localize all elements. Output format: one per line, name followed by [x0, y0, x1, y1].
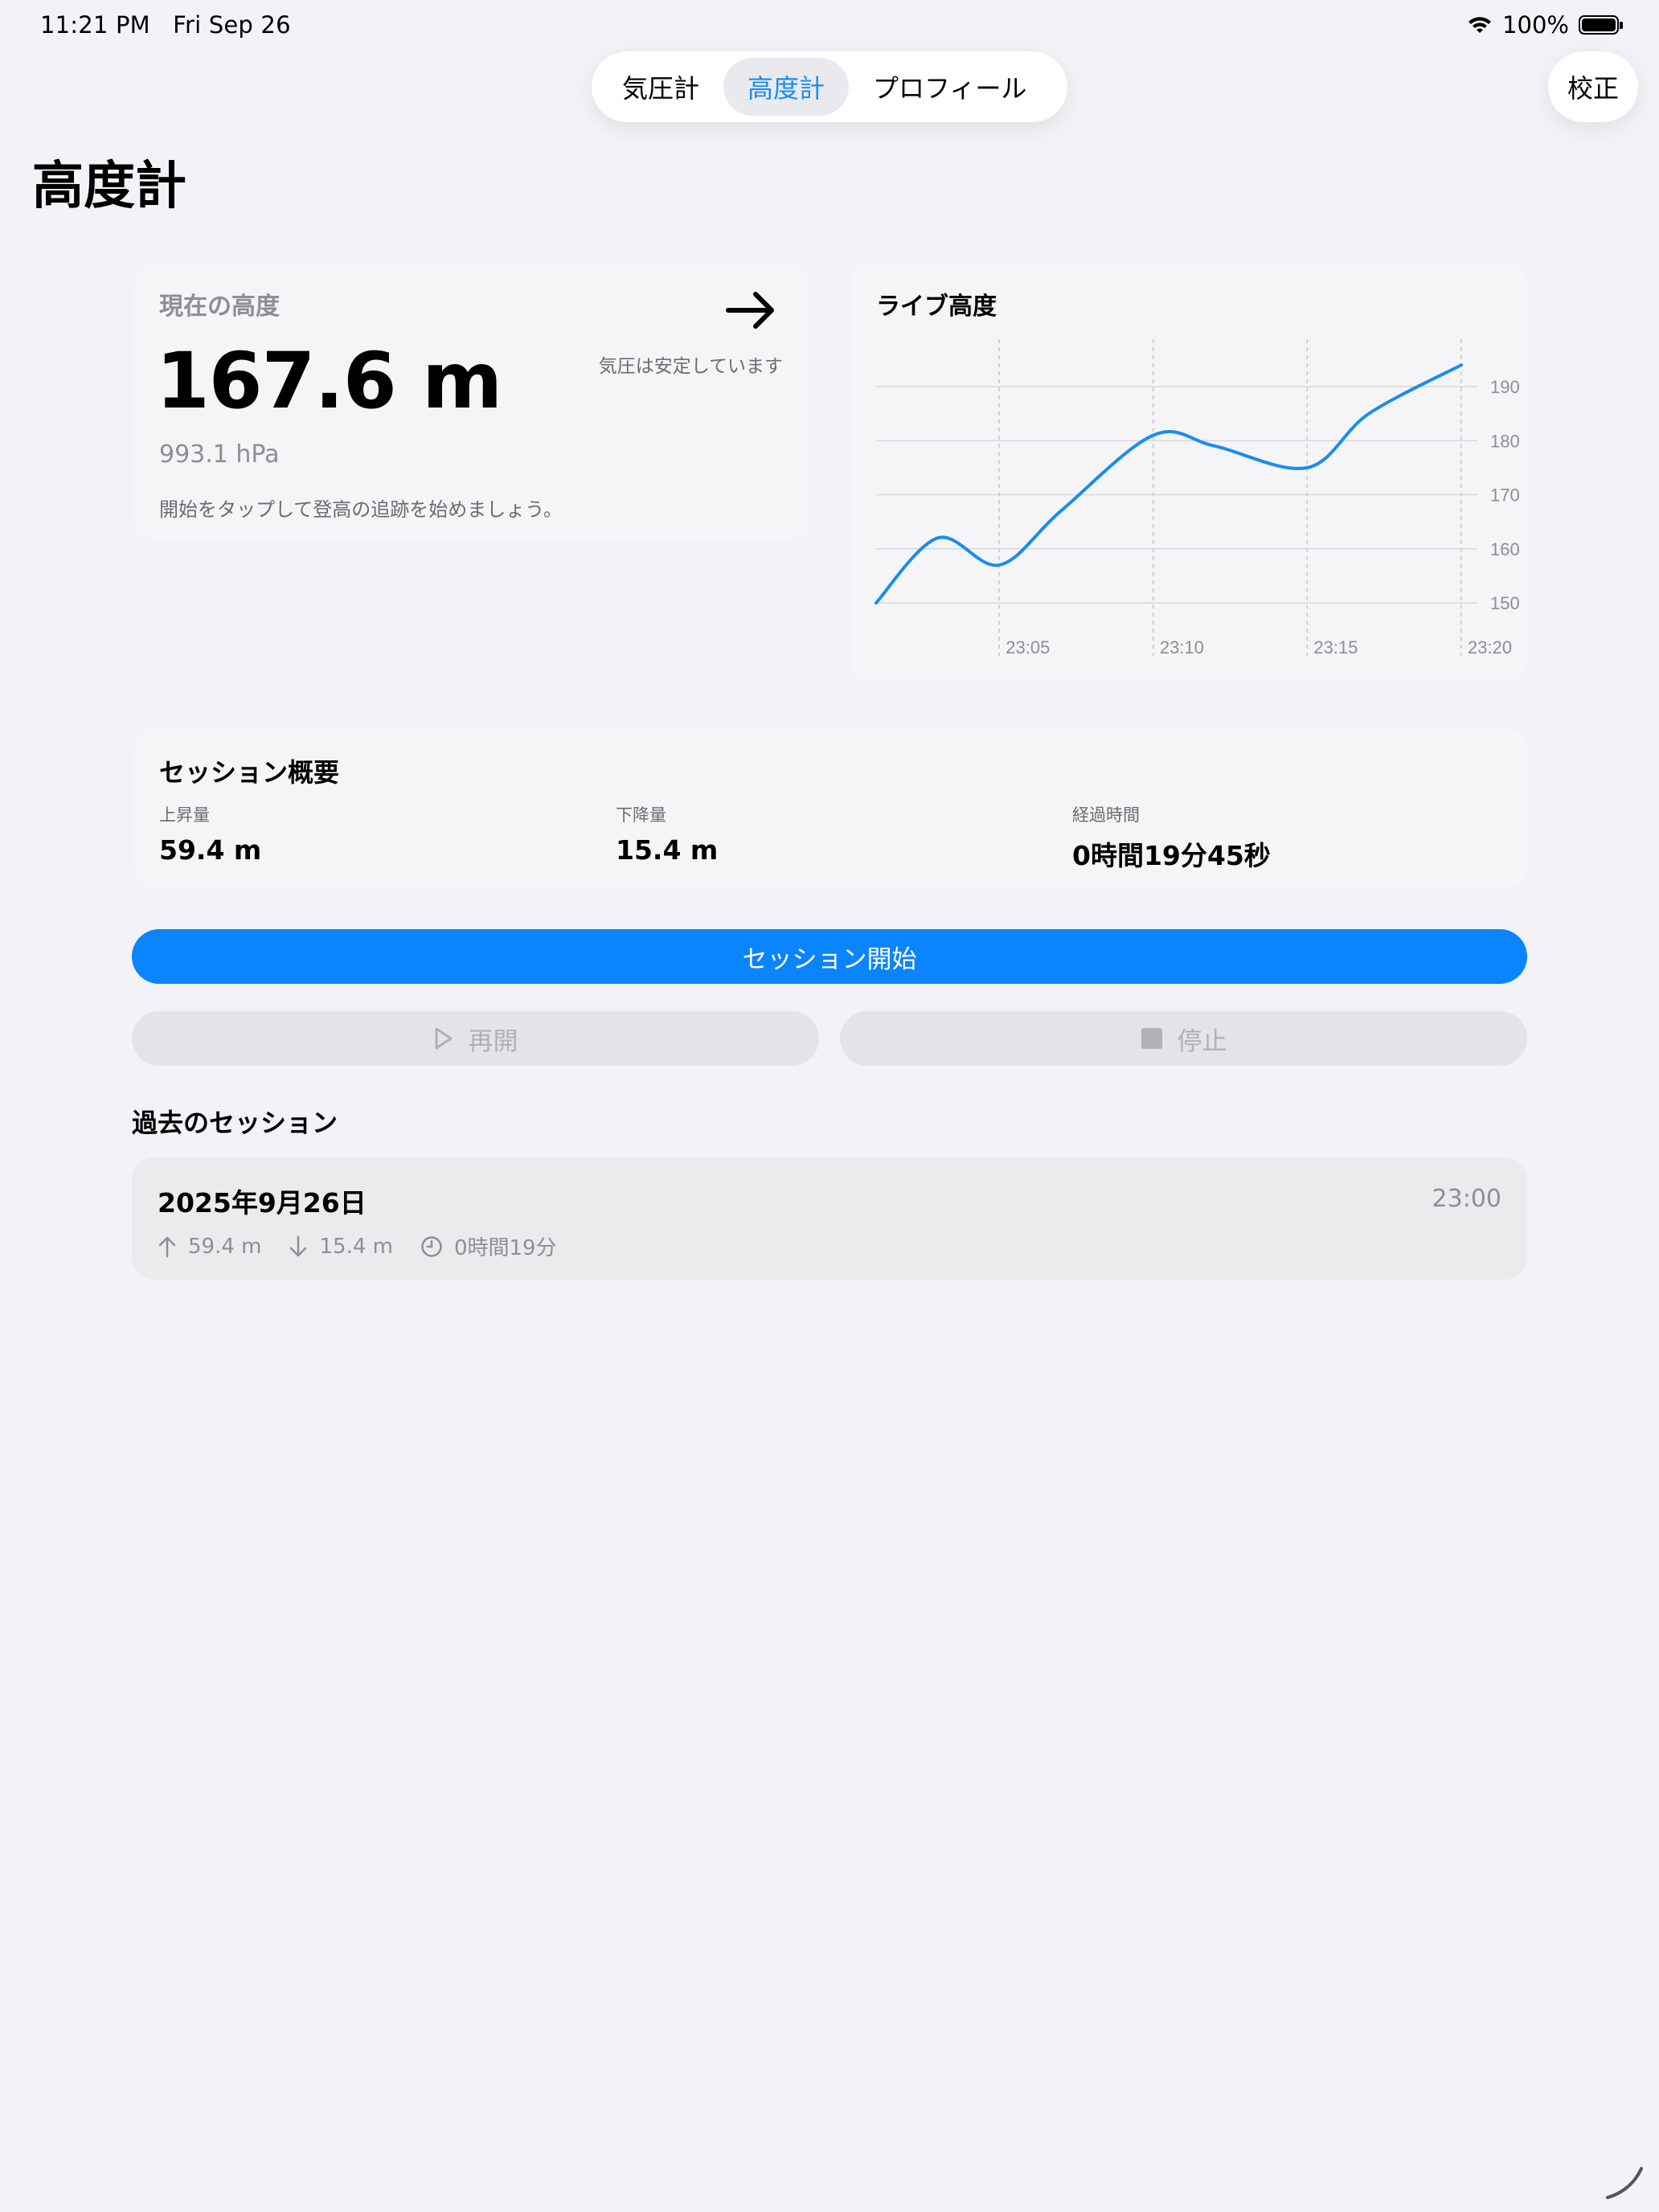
calibrate-button[interactable]: 校正: [1548, 51, 1638, 122]
clock-icon: [421, 1235, 442, 1257]
pencil-stroke-indicator: [1606, 2167, 1643, 2199]
elapsed-stat: 経過時間 0時間19分45秒: [1072, 802, 1271, 873]
x-tick-label: 23:05: [1006, 637, 1050, 657]
session-summary-title: セッション概要: [159, 757, 340, 788]
status-bar-clock: 11:21 PM Fri Sep 26: [40, 11, 291, 39]
current-altitude-value: 167.6 m: [156, 336, 502, 426]
tab-bar: 気圧計 高度計 プロフィール: [592, 51, 1067, 122]
y-tick-label: 160: [1490, 539, 1520, 559]
past-session-row[interactable]: 2025年9月26日 23:00 59.4 m 15.4 m 0時間19分: [132, 1157, 1527, 1280]
arrow-right-icon: [726, 292, 774, 329]
stop-icon: [1141, 1028, 1162, 1049]
live-altitude-card: ライブ高度 150 160 170 180 190 23:05 23:10 23:15 23:2…: [850, 262, 1527, 682]
arrow-up-icon: [158, 1236, 176, 1257]
descent-value: 15.4 m: [616, 834, 719, 866]
session-ascent: 59.4 m: [188, 1234, 262, 1259]
arrow-down-icon: [290, 1235, 307, 1256]
tab-altimeter[interactable]: 高度計: [723, 58, 850, 116]
tab-profile[interactable]: プロフィール: [849, 58, 1051, 116]
y-tick-label: 180: [1490, 431, 1520, 451]
y-tick-label: 150: [1490, 593, 1520, 613]
elapsed-label: 経過時間: [1072, 805, 1140, 825]
play-icon: [435, 1027, 452, 1050]
pressure-trend-text: 気圧は安定しています: [598, 356, 783, 377]
start-hint: 開始をタップして登高の追跡を始めましょう。: [159, 498, 563, 521]
ascent-stat: 上昇量 59.4 m: [159, 802, 261, 866]
status-time: 11:21 PM: [40, 11, 150, 39]
resume-button[interactable]: 再開: [132, 1011, 819, 1066]
x-tick-label: 23:15: [1313, 637, 1358, 657]
y-tick-label: 170: [1490, 485, 1520, 506]
y-tick-label: 190: [1490, 377, 1520, 397]
x-tick-label: 23:20: [1468, 637, 1512, 657]
page-title: 高度計: [32, 157, 186, 216]
current-altitude-card: 現在の高度 167.6 m 993.1 hPa 開始をタップして登高の追跡を始め…: [133, 262, 810, 540]
descent-stat: 下降量 15.4 m: [616, 802, 718, 866]
status-bar-right: 100%: [1467, 11, 1623, 39]
session-stats: 59.4 m 15.4 m 0時間19分: [158, 1231, 584, 1261]
battery-percent: 100%: [1502, 11, 1569, 39]
descent-label: 下降量: [616, 805, 666, 825]
session-duration: 0時間19分: [453, 1236, 557, 1260]
session-descent: 15.4 m: [319, 1234, 393, 1259]
stop-label: 停止: [1177, 1026, 1227, 1056]
elapsed-value: 0時間19分45秒: [1072, 840, 1271, 871]
ascent-value: 59.4 m: [159, 834, 262, 866]
ascent-label: 上昇量: [159, 805, 210, 825]
session-summary-card: セッション概要 上昇量 59.4 m 下降量 15.4 m 経過時間 0時間19…: [133, 728, 1527, 887]
pressure-value: 993.1 hPa: [159, 440, 280, 469]
x-tick-label: 23:10: [1160, 637, 1204, 657]
altitude-line-chart: 150 160 170 180 190 23:05 23:10 23:15 23:20: [875, 339, 1520, 657]
tab-barometer[interactable]: 気圧計: [598, 58, 723, 116]
past-sessions-title: 過去のセッション: [132, 1108, 338, 1138]
altitude-series-line: [875, 363, 1463, 604]
session-time: 23:00: [1432, 1185, 1501, 1213]
resume-label: 再開: [468, 1026, 518, 1056]
battery-icon: [1579, 15, 1623, 35]
stop-button[interactable]: 停止: [840, 1011, 1527, 1066]
session-date: 2025年9月26日: [158, 1187, 367, 1219]
start-session-button[interactable]: セッション開始: [132, 929, 1527, 984]
status-date: Fri Sep 26: [173, 11, 291, 39]
current-altitude-label: 現在の高度: [159, 293, 280, 321]
wifi-icon: [1469, 17, 1492, 33]
